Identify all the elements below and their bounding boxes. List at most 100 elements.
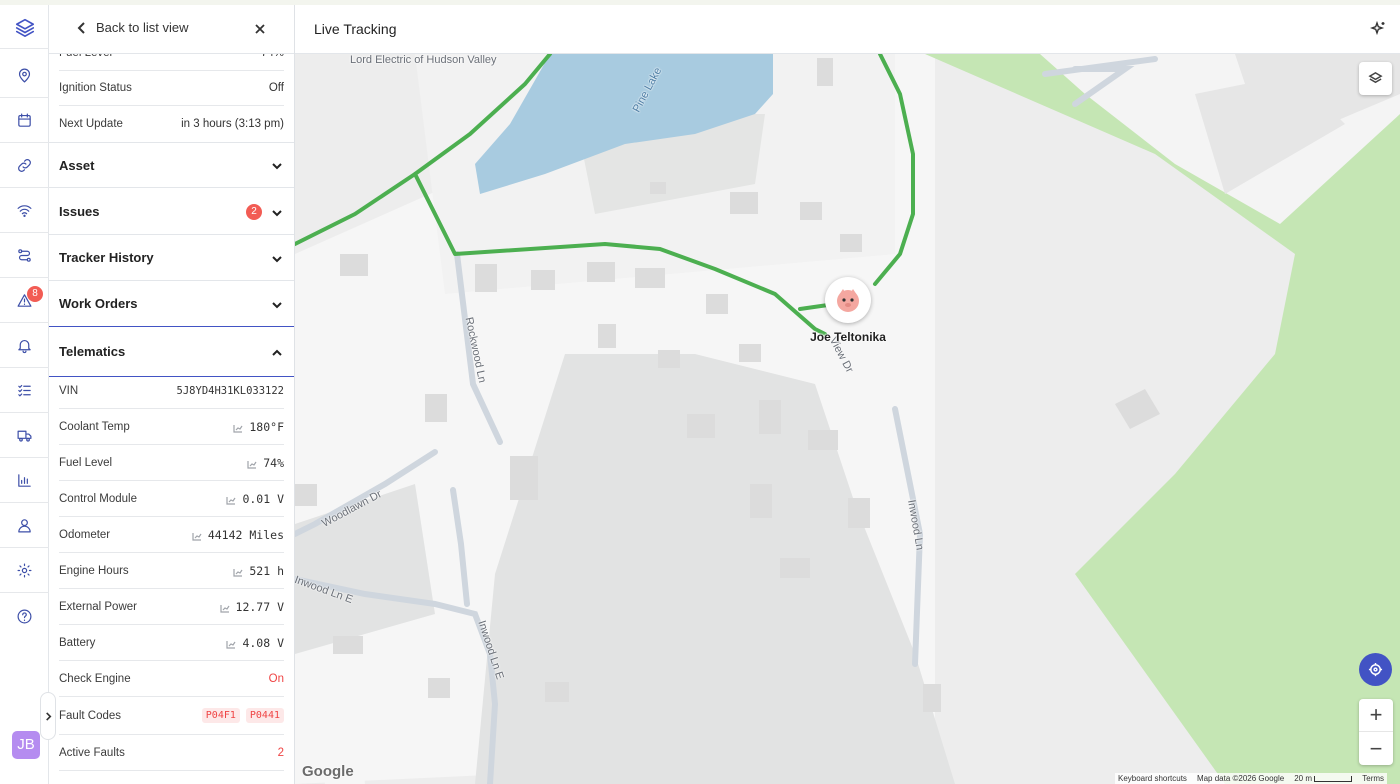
- asset-detail-panel: Back to list view Fuel Level 74% Ignitio…: [49, 5, 295, 784]
- row-value: 180°F: [249, 419, 284, 434]
- back-label: Back to list view: [96, 20, 189, 35]
- telematics-row-vin: VIN 5J8YD4H31KL033122: [59, 373, 284, 409]
- telematics-row-fuel-level[interactable]: Fuel Level 74%: [59, 445, 284, 481]
- telematics-row-external-power[interactable]: External Power 12.77 V: [59, 589, 284, 625]
- row-value: in 3 hours (3:13 pm): [181, 118, 284, 130]
- row-value: 5J8YD4H31KL033122: [176, 384, 284, 397]
- keyboard-shortcuts-link[interactable]: Keyboard shortcuts: [1118, 774, 1187, 783]
- route-icon[interactable]: [0, 234, 49, 278]
- info-row-next-update: Next Update in 3 hours (3:13 pm): [59, 106, 284, 142]
- row-value: On: [268, 672, 284, 685]
- section-title: Asset: [59, 157, 95, 173]
- map-canvas[interactable]: Lord Electric of Hudson Valley Pine Lake…: [295, 54, 1400, 784]
- google-logo: Google: [302, 763, 354, 780]
- section-asset[interactable]: Asset: [49, 142, 294, 188]
- row-label: VIN: [59, 384, 79, 397]
- bell-icon[interactable]: [0, 324, 49, 368]
- trend-chart-icon[interactable]: [192, 530, 202, 541]
- map-layers-button[interactable]: [1359, 62, 1392, 95]
- chevron-up-icon: [271, 346, 283, 358]
- section-work-orders[interactable]: Work Orders: [49, 281, 294, 327]
- zoom-out-button[interactable]: −: [1359, 732, 1393, 765]
- vehicle-marker[interactable]: [825, 277, 871, 323]
- telematics-row-coolant-temp[interactable]: Coolant Temp 180°F: [59, 409, 284, 445]
- zoom-control: + −: [1359, 699, 1393, 765]
- panel-header: Back to list view: [49, 5, 294, 54]
- row-value: Off: [268, 81, 284, 94]
- trend-chart-icon[interactable]: [226, 638, 236, 649]
- row-label: External Power: [59, 600, 137, 613]
- trend-chart-icon[interactable]: [226, 494, 236, 505]
- chevron-down-icon: [271, 298, 283, 310]
- row-label: Coolant Temp: [59, 420, 130, 433]
- recenter-button[interactable]: [1359, 653, 1392, 686]
- collapse-panel-handle[interactable]: [40, 692, 56, 740]
- close-icon: [255, 24, 265, 34]
- chevron-left-icon: [75, 21, 89, 35]
- row-label: Engine Hours: [59, 564, 129, 577]
- user-avatar[interactable]: JB: [12, 731, 40, 759]
- telematics-row-odometer[interactable]: Odometer 44142 Miles: [59, 517, 284, 553]
- row-label: Check Engine: [59, 672, 131, 685]
- alerts-badge: 8: [27, 286, 43, 302]
- row-value: 0.01 V: [242, 491, 284, 506]
- wifi-icon[interactable]: [0, 189, 49, 233]
- fault-code-chip: P04F1: [201, 708, 240, 723]
- row-label: Active Faults: [59, 746, 125, 759]
- fault-code-chip: P0441: [245, 708, 284, 723]
- sparkle-icon[interactable]: [1369, 20, 1386, 37]
- row-value: 2: [277, 746, 284, 759]
- map-data-credit: Map data ©2026 Google: [1196, 774, 1285, 783]
- calendar-icon[interactable]: [0, 99, 49, 143]
- section-title: Telematics: [59, 344, 126, 359]
- link-icon[interactable]: [0, 144, 49, 188]
- vehicle-name-label: Joe Teltonika: [810, 330, 886, 344]
- help-icon[interactable]: [0, 594, 49, 638]
- row-label: Odometer: [59, 528, 111, 541]
- user-icon[interactable]: [0, 504, 49, 548]
- logo-icon[interactable]: [0, 5, 49, 49]
- row-label: Next Update: [59, 118, 123, 130]
- section-title: Issues: [59, 204, 100, 219]
- layers-icon: [1368, 72, 1383, 84]
- row-label: Fuel Level: [59, 456, 113, 469]
- row-value: 74%: [263, 455, 284, 470]
- terms-link[interactable]: Terms: [1362, 774, 1384, 783]
- location-pin-icon[interactable]: [0, 54, 49, 98]
- section-telematics[interactable]: Telematics: [49, 326, 294, 377]
- bar-chart-icon[interactable]: [0, 459, 49, 503]
- row-label: Ignition Status: [59, 81, 132, 94]
- back-to-list-link[interactable]: Back to list view: [75, 20, 188, 35]
- telematics-row-battery[interactable]: Battery 4.08 V: [59, 625, 284, 661]
- settings-gear-icon[interactable]: [0, 549, 49, 593]
- row-label: Control Module: [59, 492, 137, 505]
- checklist-icon[interactable]: [0, 369, 49, 413]
- telematics-row-fault-codes: Fault Codes P04F1 P0441: [59, 697, 284, 735]
- section-tracker-history[interactable]: Tracker History: [49, 235, 294, 281]
- close-panel-button[interactable]: [252, 21, 268, 37]
- section-title: Tracker History: [59, 250, 154, 265]
- truck-icon[interactable]: [0, 414, 49, 458]
- telematics-row-engine-hours[interactable]: Engine Hours 521 h: [59, 553, 284, 589]
- trend-chart-icon[interactable]: [233, 566, 243, 577]
- section-title: Work Orders: [59, 296, 138, 311]
- alert-triangle-icon[interactable]: 8: [0, 279, 49, 323]
- chevron-right-icon: [45, 711, 51, 721]
- zoom-in-button[interactable]: +: [1359, 699, 1393, 732]
- row-value: 521 h: [249, 563, 284, 578]
- map-attribution: Keyboard shortcuts Map data ©2026 Google…: [1115, 773, 1388, 784]
- telematics-row-check-engine: Check Engine On: [59, 661, 284, 697]
- trend-chart-icon[interactable]: [233, 422, 243, 433]
- chevron-down-icon: [271, 252, 283, 264]
- scale-bar: 20 m: [1294, 774, 1353, 783]
- issues-count-badge: 2: [246, 203, 262, 220]
- info-row-ignition-status: Ignition Status Off: [59, 70, 284, 106]
- row-value: 12.77 V: [235, 599, 284, 614]
- trend-chart-icon[interactable]: [219, 602, 230, 613]
- telematics-row-control-module[interactable]: Control Module 0.01 V: [59, 481, 284, 517]
- section-issues[interactable]: Issues 2: [49, 189, 294, 235]
- scale-label: 20 m: [1294, 774, 1313, 783]
- row-value: 44142 Miles: [207, 527, 284, 542]
- trend-chart-icon[interactable]: [247, 458, 257, 469]
- icon-rail: 8 JB: [0, 5, 49, 784]
